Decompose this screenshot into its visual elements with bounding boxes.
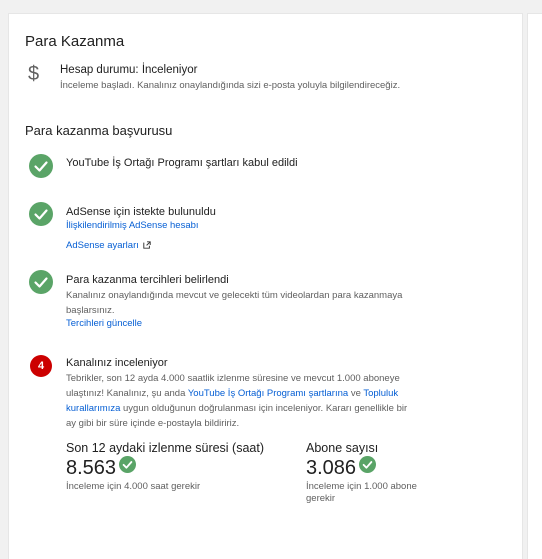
adsense-settings-link[interactable]: AdSense ayarları — [66, 240, 139, 251]
check-circle-icon — [29, 154, 53, 178]
step-2-title: AdSense için istekte bulunuldu — [66, 206, 216, 218]
step-4-badge: 4 — [30, 355, 52, 377]
step-3-title: Para kazanma tercihleri belirlendi — [66, 274, 229, 286]
watch-time-requirement: İnceleme için 4.000 saat gerekir — [66, 481, 201, 492]
step-4-desc-line: kurallarımıza uygun olduğunun doğrulanma… — [66, 401, 456, 416]
step-1-title: YouTube İş Ortağı Programı şartları kabu… — [66, 157, 298, 169]
desc-text: ulaştınız! Kanalınız, şu anda — [66, 388, 188, 399]
adjacent-panel — [528, 14, 542, 559]
adsense-settings-row: AdSense ayarları — [66, 235, 151, 253]
panel-title: Para Kazanma — [25, 33, 125, 50]
dollar-icon: $ — [28, 63, 40, 85]
external-link-icon — [143, 241, 151, 249]
account-status-label: Hesap durumu: İnceleniyor — [60, 64, 198, 76]
subscribers-note-line: gerekir — [306, 493, 336, 504]
application-section-title: Para kazanma başvurusu — [25, 123, 173, 138]
watch-time-label: Son 12 aydaki izlenme süresi (saat) — [66, 441, 265, 455]
community-guidelines-link-cont[interactable]: kurallarımıza — [66, 403, 120, 414]
step-4-desc-line: ay gibi bir süre içinde e-postayla bildi… — [66, 418, 240, 429]
linked-adsense-account-link[interactable]: İlişkilendirilmiş AdSense hesabı — [66, 220, 199, 231]
step-3-description: Kanalınız onaylandığında mevcut ve gelec… — [66, 288, 402, 318]
step-3-desc-line: başlarsınız. — [66, 305, 115, 316]
monetization-panel: Para Kazanma $ Hesap durumu: İnceleniyor… — [9, 14, 522, 559]
check-circle-icon — [29, 202, 53, 226]
step-4-title: Kanalınız inceleniyor — [66, 357, 168, 369]
watch-time-value-row: 8.563 — [66, 456, 137, 480]
desc-text: uygun olduğunun doğrulanması için incele… — [120, 403, 408, 414]
top-strip — [0, 0, 542, 8]
desc-text: ve — [348, 388, 364, 399]
subscribers-requirement: İnceleme için 1.000 abone gerekir — [306, 481, 417, 505]
check-circle-icon — [29, 270, 53, 294]
subscribers-note-line: İnceleme için 1.000 abone — [306, 481, 417, 492]
subscribers-value: 3.086 — [306, 457, 357, 479]
account-status-description: İnceleme başladı. Kanalınız onaylandığın… — [60, 80, 401, 91]
watch-time-value: 8.563 — [66, 457, 117, 479]
step-4-description: Tebrikler, son 12 ayda 4.000 saatlik izl… — [66, 371, 456, 431]
update-preferences-link[interactable]: Tercihleri güncelle — [66, 318, 142, 329]
subscribers-value-row: 3.086 — [306, 456, 377, 480]
ypp-terms-link[interactable]: YouTube İş Ortağı Programı şartlarına — [188, 388, 348, 399]
step-3-desc-line: Kanalınız onaylandığında mevcut ve gelec… — [66, 290, 403, 301]
check-circle-icon — [359, 456, 377, 473]
subscribers-label: Abone sayısı — [306, 441, 379, 455]
step-4-desc-line: Tebrikler, son 12 ayda 4.000 saatlik izl… — [66, 373, 400, 384]
check-circle-icon — [119, 456, 137, 473]
community-guidelines-link[interactable]: Topluluk — [363, 388, 398, 399]
step-4-desc-line: ulaştınız! Kanalınız, şu anda YouTube İş… — [66, 386, 456, 401]
